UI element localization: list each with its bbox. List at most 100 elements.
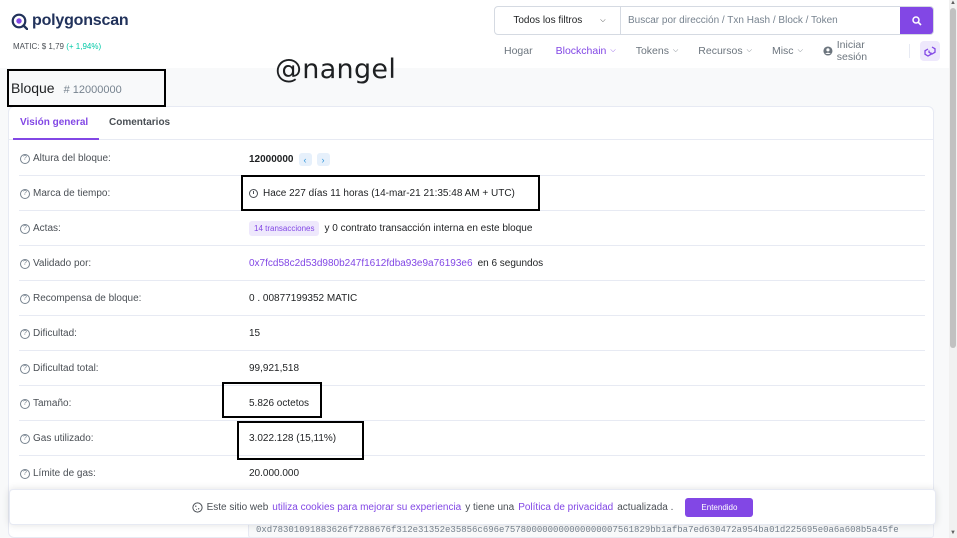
nav-misc-label: Misc [771,45,794,57]
row-label: ? Altura del bloque: [20,153,111,164]
nav-blockchain[interactable]: Blockchain ⌵ [556,45,616,57]
cookie-icon [191,501,203,513]
gas-limit-value: 20.000.000 [249,468,300,479]
label-text: Recompensa de bloque: [33,293,142,304]
prev-block-button[interactable]: ‹ [298,153,312,166]
row-gas-used: ? Gas utilizado: 3.022.128 (15,11%) [19,421,925,456]
help-icon[interactable]: ? [20,223,30,234]
label-text: Tamaño: [33,398,72,409]
label-text: Gas utilizado: [33,433,94,444]
next-block-button[interactable]: › [316,153,330,166]
annotation-box-gas [237,421,364,460]
search-bar: Todos los filtros ⌵ [494,6,934,35]
label-text: Altura del bloque: [33,153,111,164]
nav-misc[interactable]: Misc ⌵ [772,45,803,57]
total-difficulty-value: 99,921,518 [249,363,300,374]
nav-home-label: Hogar [504,45,533,57]
row-value: 15 [249,328,260,339]
scrollbar-thumb[interactable] [950,8,956,348]
help-icon[interactable]: ? [20,153,30,164]
user-icon [823,46,833,56]
row-label: ? Marca de tiempo: [20,188,110,199]
row-label: ? Dificultad total: [20,363,99,374]
active-tab-indicator [13,138,99,140]
chevron-down-icon: ⌵ [672,47,679,54]
row-value: 0x7fcd58c2d53d980b247f1612fdba93e9a76193… [249,258,543,269]
matic-price: MATIC: $ 1,79 (+ 1,94%) [13,42,101,51]
block-reward-value: 0 . 00877199352 MATIC [249,293,358,304]
scroll-down-arrow-icon[interactable]: ▼ [950,530,956,536]
row-difficulty: ? Dificultad: 15 [19,316,925,351]
row-label: ? Actas: [20,223,61,234]
row-value: 14 transacciones y 0 contrato transacció… [249,221,532,236]
polygon-network-button[interactable] [920,41,940,61]
tab-bar: Visión general Comentarios [9,107,933,140]
label-text: Límite de gas: [33,468,96,479]
help-icon[interactable]: ? [20,433,30,444]
row-label: ? Gas utilizado: [20,433,94,444]
row-label: ? Tamaño: [20,398,71,409]
cookie-link[interactable]: utiliza cookies para mejorar su experien… [272,502,461,513]
difficulty-value: 15 [249,328,261,339]
row-label: ? Recompensa de bloque: [20,293,141,304]
nav-signin[interactable]: Iniciar sesión [823,39,897,63]
row-label: ? Límite de gas: [20,468,96,479]
nav-resources-label: Recursos [698,45,743,57]
block-height-value: 12000000 [249,154,294,165]
transactions-badge[interactable]: 14 transacciones [249,221,320,236]
chevron-down-icon: ⌵ [746,47,752,54]
annotation-box-timestamp [241,175,540,211]
polygon-icon [924,45,936,57]
help-icon[interactable]: ? [20,398,30,409]
help-icon[interactable]: ? [20,188,30,199]
label-text: Dificultad total: [33,363,99,374]
help-icon[interactable]: ? [20,293,30,304]
annotation-box-title [7,69,166,107]
label-text: Marca de tiempo: [33,188,111,199]
help-icon[interactable]: ? [20,363,30,374]
search-button[interactable] [900,7,933,34]
label-text: Actas: [33,223,61,234]
matic-price-change: (+ 1,94%) [66,42,102,51]
chevron-down-icon: ⌵ [610,47,616,54]
nav-tokens[interactable]: Tokens ⌵ [636,45,679,57]
help-icon[interactable]: ? [20,258,30,269]
validator-address-link[interactable]: 0x7fcd58c2d53d980b247f1612fdba93e9a76193… [249,258,473,269]
nav-blockchain-label: Blockchain [555,45,607,57]
search-icon [911,15,922,26]
scroll-up-arrow-icon[interactable]: ▲ [950,0,956,6]
polygonscan-logo[interactable]: polygonscan [10,12,129,30]
logo-text: polygonscan [32,12,129,29]
search-input[interactable] [621,7,900,34]
cookie-text-1: Este sitio web [206,501,269,513]
nav-tokens-label: Tokens [635,45,669,57]
nav-signin-label: Iniciar sesión [836,39,868,63]
label-text: Validado por: [33,258,92,269]
search-filter-label: Todos los filtros [513,15,583,26]
nav-home[interactable]: Hogar [504,45,533,57]
row-value: 99,921,518 [249,363,299,374]
row-size: ? Tamaño: 5.826 octetos [19,386,925,421]
site-header: polygonscan MATIC: $ 1,79 (+ 1,94%) Todo… [0,0,957,68]
validated-time: en 6 segundos [477,258,544,269]
author-watermark: @nangel [275,54,397,85]
matic-price-value: MATIC: $ 1,79 [13,42,64,51]
privacy-policy-link[interactable]: Política de privacidad [518,502,613,513]
label-text: Dificultad: [33,328,77,339]
row-value: 0 . 00877199352 MATIC [249,293,357,304]
chevron-down-icon: ⌵ [600,16,606,24]
search-filter-select[interactable]: Todos los filtros ⌵ [495,7,621,34]
nav-resources[interactable]: Recursos ⌵ [698,45,752,57]
row-value: 20.000.000 [249,468,299,479]
tab-comments[interactable]: Comentarios [109,117,170,128]
help-icon[interactable]: ? [20,328,30,339]
row-transactions: ? Actas: 14 transacciones y 0 contrato tr… [19,211,925,246]
cookie-text-3: actualizada . [617,501,674,513]
accept-cookies-button[interactable]: Entendido [685,497,754,517]
help-icon[interactable]: ? [20,468,30,479]
internal-tx-text: y 0 contrato transacción interna en este… [324,223,533,234]
row-total-difficulty: ? Dificultad total: 99,921,518 [19,351,925,386]
cookie-text-2: y tiene una [465,501,515,513]
tab-overview[interactable]: Visión general [20,117,88,128]
row-label: ? Validado por: [20,258,91,269]
